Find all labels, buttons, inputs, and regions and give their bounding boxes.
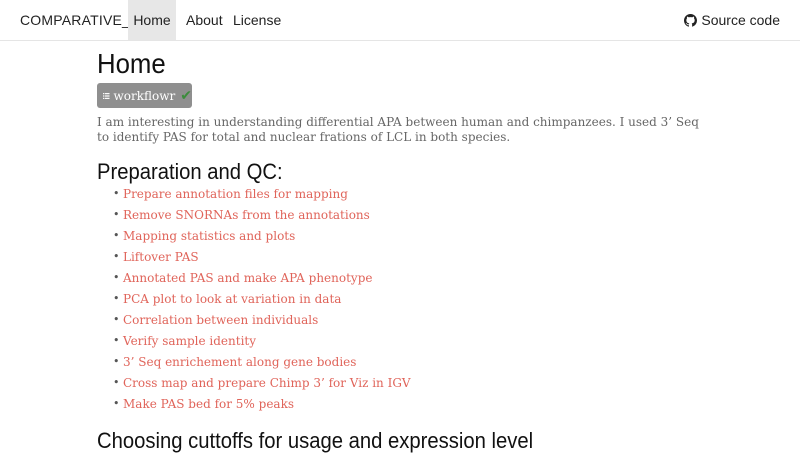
list-item: Mapping statistics and plots (97, 228, 411, 249)
list-item: Annotated PAS and make APA phenotype (97, 270, 411, 291)
check-icon: ✔ (180, 87, 192, 104)
page-title: Home (97, 48, 166, 79)
workflowr-label: workflowr (113, 88, 176, 103)
link-liftover-pas[interactable]: Liftover PAS (123, 250, 199, 264)
nav-about[interactable]: About (186, 0, 223, 40)
section-heading-cutoffs: Choosing cuttoffs for usage and expressi… (97, 428, 534, 453)
link-pca-plot[interactable]: PCA plot to look at variation in data (123, 292, 341, 306)
link-cross-map-chimp[interactable]: Cross map and prepare Chimp 3’ for Viz i… (123, 376, 411, 390)
link-annotated-pas[interactable]: Annotated PAS and make APA phenotype (123, 271, 373, 285)
list-item: PCA plot to look at variation in data (97, 291, 411, 312)
intro-text: I am interesting in understanding differ… (97, 115, 699, 144)
link-3seq-enrichment[interactable]: 3’ Seq enrichement along gene bodies (123, 355, 356, 369)
list-icon (103, 92, 110, 99)
link-prepare-annotation[interactable]: Prepare annotation files for mapping (123, 187, 348, 201)
github-icon (684, 13, 698, 27)
nav-home[interactable]: Home (128, 0, 176, 40)
link-mapping-stats[interactable]: Mapping statistics and plots (123, 229, 295, 243)
top-navbar: COMPARATIVE_APA Home About License Sourc… (0, 0, 800, 41)
list-item: Correlation between individuals (97, 312, 411, 333)
list-item: Remove SNORNAs from the annotations (97, 207, 411, 228)
link-pas-bed[interactable]: Make PAS bed for 5% peaks (123, 397, 294, 411)
source-code-label: Source code (701, 11, 780, 28)
link-verify-identity[interactable]: Verify sample identity (123, 334, 256, 348)
list-item: Cross map and prepare Chimp 3’ for Viz i… (97, 375, 411, 396)
list-item: Liftover PAS (97, 249, 411, 270)
nav-license[interactable]: License (233, 0, 281, 40)
workflowr-button[interactable]: workflowr ✔ (97, 83, 192, 108)
list-item: Make PAS bed for 5% peaks (97, 396, 411, 417)
link-correlation[interactable]: Correlation between individuals (123, 313, 318, 327)
link-remove-snornas[interactable]: Remove SNORNAs from the annotations (123, 208, 370, 222)
list-item: Prepare annotation files for mapping (97, 186, 411, 207)
source-code-link[interactable]: Source code (684, 0, 780, 40)
section-heading-preparation: Preparation and QC: (97, 159, 283, 184)
preparation-link-list: Prepare annotation files for mapping Rem… (97, 186, 411, 417)
list-item: 3’ Seq enrichement along gene bodies (97, 354, 411, 375)
list-item: Verify sample identity (97, 333, 411, 354)
